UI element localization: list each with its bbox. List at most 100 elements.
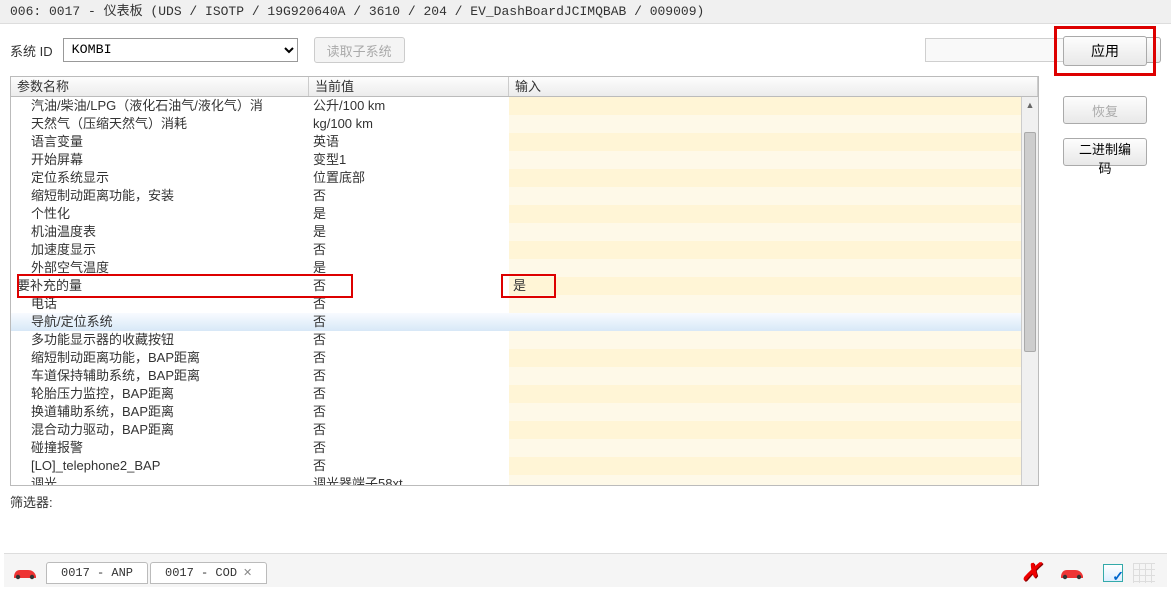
bottom-tab-bar: 0017 - ANP 0017 - COD ✕ ✗ [4, 553, 1167, 587]
tab-cod-label: 0017 - COD [165, 566, 237, 580]
cell-input-value[interactable] [509, 187, 1038, 205]
cell-input-value[interactable] [509, 223, 1038, 241]
cell-param-name: 车道保持辅助系统，BAP距离 [11, 367, 309, 385]
cell-param-name: 机油温度表 [11, 223, 309, 241]
cell-input-value[interactable] [509, 439, 1038, 457]
table-row[interactable]: 开始屏幕变型1 [11, 151, 1038, 169]
cell-param-name: 外部空气温度 [11, 259, 309, 277]
grid-icon[interactable] [1133, 563, 1155, 583]
side-button-panel: 恢复 二进制编码 [1063, 96, 1147, 166]
cell-param-name: 轮胎压力监控，BAP距离 [11, 385, 309, 403]
col-header-current[interactable]: 当前值 [309, 77, 509, 96]
window-title: 006: 0017 - 仪表板 (UDS / ISOTP / 19G920640… [0, 0, 1171, 24]
cell-current-value: 否 [309, 187, 509, 205]
cell-current-value: 否 [309, 295, 509, 313]
filter-bar: 筛选器: [0, 486, 1171, 511]
cell-input-value[interactable] [509, 403, 1038, 421]
cell-param-name: [LO]_telephone2_BAP [11, 457, 309, 475]
table-row[interactable]: 电话否 [11, 295, 1038, 313]
table-row[interactable]: 换道辅助系统，BAP距离否 [11, 403, 1038, 421]
check-window-icon[interactable] [1103, 564, 1123, 582]
table-header: 参数名称 当前值 输入 [11, 77, 1038, 97]
col-header-input[interactable]: 输入 [509, 77, 1038, 96]
cell-current-value: 变型1 [309, 151, 509, 169]
cell-input-value[interactable] [509, 115, 1038, 133]
cell-input-value[interactable] [509, 385, 1038, 403]
close-icon[interactable]: ✕ [243, 566, 252, 579]
table-row[interactable]: 外部空气温度是 [11, 259, 1038, 277]
toolbar: 系统 ID KOMBI 读取子系统 预设... 应用 [0, 24, 1171, 76]
cell-current-value: 是 [309, 223, 509, 241]
cell-input-value[interactable] [509, 349, 1038, 367]
cell-input-value[interactable] [509, 475, 1038, 485]
table-row[interactable]: 导航/定位系统否 [11, 313, 1038, 331]
table-body[interactable]: 汽油/柴油/LPG（液化石油气/液化气）消公升/100 km天然气（压缩天然气）… [11, 97, 1038, 485]
cell-param-name: 开始屏幕 [11, 151, 309, 169]
table-row[interactable]: 要补充的量否是 [11, 277, 1038, 295]
cell-param-name: 加速度显示 [11, 241, 309, 259]
table-row[interactable]: 车道保持辅助系统，BAP距离否 [11, 367, 1038, 385]
cell-param-name: 定位系统显示 [11, 169, 309, 187]
binary-encode-button[interactable]: 二进制编码 [1063, 138, 1147, 166]
restore-button: 恢复 [1063, 96, 1147, 124]
cell-param-name: 调光 [11, 475, 309, 485]
scroll-up-arrow[interactable]: ▲ [1022, 97, 1038, 114]
table-row[interactable]: 加速度显示否 [11, 241, 1038, 259]
table-row[interactable]: 调光调光器端子58xt [11, 475, 1038, 485]
cell-param-name: 天然气（压缩天然气）消耗 [11, 115, 309, 133]
table-row[interactable]: 混合动力驱动，BAP距离否 [11, 421, 1038, 439]
cell-input-value[interactable] [509, 421, 1038, 439]
cell-current-value: 否 [309, 385, 509, 403]
cell-param-name: 缩短制动距离功能，BAP距离 [11, 349, 309, 367]
table-row[interactable]: 缩短制动距离功能，安装否 [11, 187, 1038, 205]
cell-param-name: 个性化 [11, 205, 309, 223]
cell-current-value: 调光器端子58xt [309, 475, 509, 485]
cell-input-value[interactable] [509, 331, 1038, 349]
cell-input-value[interactable] [509, 241, 1038, 259]
cell-input-value[interactable] [509, 133, 1038, 151]
cell-current-value: 否 [309, 241, 509, 259]
cell-input-value[interactable] [509, 169, 1038, 187]
table-row[interactable]: 语言变量英语 [11, 133, 1038, 151]
table-row[interactable]: 轮胎压力监控，BAP距离否 [11, 385, 1038, 403]
cell-input-value[interactable] [509, 151, 1038, 169]
table-row[interactable]: 碰撞报警否 [11, 439, 1038, 457]
table-row[interactable]: 多功能显示器的收藏按钮否 [11, 331, 1038, 349]
vertical-scrollbar[interactable]: ▲ [1021, 97, 1038, 485]
cell-current-value: 否 [309, 331, 509, 349]
cell-input-value[interactable] [509, 367, 1038, 385]
cell-param-name: 电话 [11, 295, 309, 313]
table-row[interactable]: 汽油/柴油/LPG（液化石油气/液化气）消公升/100 km [11, 97, 1038, 115]
table-row[interactable]: [LO]_telephone2_BAP否 [11, 457, 1038, 475]
system-id-select[interactable]: KOMBI [63, 38, 298, 62]
apply-button[interactable]: 应用 [1063, 36, 1147, 66]
cell-input-value[interactable] [509, 457, 1038, 475]
table-row[interactable]: 机油温度表是 [11, 223, 1038, 241]
tab-anp-label: 0017 - ANP [61, 566, 133, 580]
cell-current-value: 否 [309, 439, 509, 457]
cell-input-value[interactable]: 是 [509, 277, 1038, 295]
cell-input-value[interactable] [509, 205, 1038, 223]
table-row[interactable]: 个性化是 [11, 205, 1038, 223]
table-row[interactable]: 定位系统显示位置底部 [11, 169, 1038, 187]
cell-param-name: 缩短制动距离功能，安装 [11, 187, 309, 205]
scrollbar-thumb[interactable] [1024, 132, 1036, 352]
car-icon-2[interactable] [1059, 566, 1085, 580]
cell-input-value[interactable] [509, 313, 1038, 331]
cell-param-name: 碰撞报警 [11, 439, 309, 457]
tab-cod[interactable]: 0017 - COD ✕ [150, 562, 267, 584]
parameters-table: 参数名称 当前值 输入 汽油/柴油/LPG（液化石油气/液化气）消公升/100 … [10, 76, 1039, 486]
cell-current-value: 位置底部 [309, 169, 509, 187]
read-subsystem-button: 读取子系统 [314, 37, 405, 63]
cell-input-value[interactable] [509, 295, 1038, 313]
tab-anp[interactable]: 0017 - ANP [46, 562, 148, 584]
delete-icon[interactable]: ✗ [1021, 558, 1041, 587]
car-icon [12, 566, 38, 580]
col-header-name[interactable]: 参数名称 [11, 77, 309, 96]
table-row[interactable]: 缩短制动距离功能，BAP距离否 [11, 349, 1038, 367]
cell-current-value: 英语 [309, 133, 509, 151]
cell-param-name: 导航/定位系统 [11, 313, 309, 331]
cell-input-value[interactable] [509, 97, 1038, 115]
table-row[interactable]: 天然气（压缩天然气）消耗kg/100 km [11, 115, 1038, 133]
cell-input-value[interactable] [509, 259, 1038, 277]
